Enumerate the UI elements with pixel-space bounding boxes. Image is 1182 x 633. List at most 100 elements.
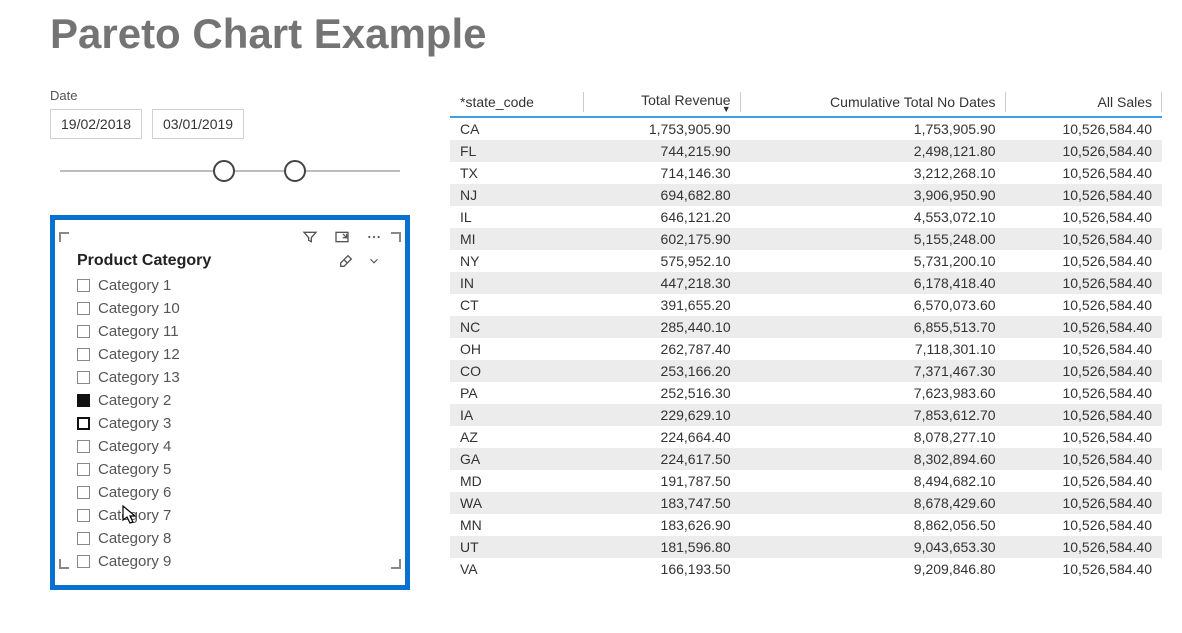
cell-cumulative: 7,623,983.60	[741, 382, 1006, 404]
cell-all: 10,526,584.40	[1006, 316, 1162, 338]
table-row[interactable]: IN447,218.306,178,418.4010,526,584.40	[450, 272, 1162, 294]
table-row[interactable]: IL646,121.204,553,072.1010,526,584.40	[450, 206, 1162, 228]
cell-cumulative: 3,906,950.90	[741, 184, 1006, 206]
col-revenue[interactable]: Total Revenue ▼	[584, 88, 740, 117]
checkbox[interactable]	[77, 486, 90, 499]
table-row[interactable]: CT391,655.206,570,073.6010,526,584.40	[450, 294, 1162, 316]
slider-handle-end[interactable]	[284, 160, 306, 182]
table-row[interactable]: CA1,753,905.901,753,905.9010,526,584.40	[450, 117, 1162, 140]
cell-revenue: 183,747.50	[584, 492, 740, 514]
cell-state: TX	[450, 162, 584, 184]
cell-revenue: 224,664.40	[584, 426, 740, 448]
cell-cumulative: 8,078,277.10	[741, 426, 1006, 448]
checkbox[interactable]	[77, 371, 90, 384]
cell-state: WA	[450, 492, 584, 514]
eraser-icon[interactable]	[337, 252, 355, 270]
revenue-table[interactable]: *state_code Total Revenue ▼ Cumulative T…	[450, 88, 1162, 580]
table-row[interactable]: TX714,146.303,212,268.1010,526,584.40	[450, 162, 1162, 184]
date-start-input[interactable]: 19/02/2018	[50, 109, 142, 139]
table-row[interactable]: CO253,166.207,371,467.3010,526,584.40	[450, 360, 1162, 382]
slicer-item-label: Category 5	[98, 460, 171, 480]
checkbox[interactable]	[77, 555, 90, 568]
slicer-item-label: Category 1	[98, 276, 171, 296]
col-all[interactable]: All Sales	[1006, 88, 1162, 117]
cell-revenue: 183,626.90	[584, 514, 740, 536]
checkbox[interactable]	[77, 302, 90, 315]
col-cumulative[interactable]: Cumulative Total No Dates	[741, 88, 1006, 117]
checkbox[interactable]	[77, 463, 90, 476]
checkbox[interactable]	[77, 279, 90, 292]
slicer-item[interactable]: Category 4	[77, 435, 387, 458]
slicer-item[interactable]: Category 13	[77, 366, 387, 389]
table-row[interactable]: OH262,787.407,118,301.1010,526,584.40	[450, 338, 1162, 360]
table-row[interactable]: PA252,516.307,623,983.6010,526,584.40	[450, 382, 1162, 404]
cell-revenue: 602,175.90	[584, 228, 740, 250]
cell-all: 10,526,584.40	[1006, 382, 1162, 404]
cell-state: MI	[450, 228, 584, 250]
slider-handle-start[interactable]	[213, 160, 235, 182]
cell-revenue: 1,753,905.90	[584, 117, 740, 140]
table-row[interactable]: VA166,193.509,209,846.8010,526,584.40	[450, 558, 1162, 580]
cell-revenue: 224,617.50	[584, 448, 740, 470]
table-row[interactable]: AZ224,664.408,078,277.1010,526,584.40	[450, 426, 1162, 448]
cell-revenue: 262,787.40	[584, 338, 740, 360]
table-row[interactable]: NC285,440.106,855,513.7010,526,584.40	[450, 316, 1162, 338]
cell-all: 10,526,584.40	[1006, 184, 1162, 206]
slicer-item[interactable]: Category 3	[77, 412, 387, 435]
cell-cumulative: 7,371,467.30	[741, 360, 1006, 382]
cell-revenue: 694,682.80	[584, 184, 740, 206]
table-row[interactable]: MI602,175.905,155,248.0010,526,584.40	[450, 228, 1162, 250]
cell-state: GA	[450, 448, 584, 470]
slicer-item[interactable]: Category 6	[77, 481, 387, 504]
cell-state: NJ	[450, 184, 584, 206]
checkbox[interactable]	[77, 325, 90, 338]
cell-state: MN	[450, 514, 584, 536]
table-row[interactable]: GA224,617.508,302,894.6010,526,584.40	[450, 448, 1162, 470]
cell-all: 10,526,584.40	[1006, 448, 1162, 470]
cell-cumulative: 4,553,072.10	[741, 206, 1006, 228]
table-row[interactable]: IA229,629.107,853,612.7010,526,584.40	[450, 404, 1162, 426]
chevron-down-icon[interactable]	[365, 252, 383, 270]
category-slicer[interactable]: Product Category Category 1Category 10Ca…	[50, 215, 410, 590]
checkbox[interactable]	[77, 509, 90, 522]
col-state[interactable]: *state_code	[450, 88, 584, 117]
cell-state: CO	[450, 360, 584, 382]
cell-state: VA	[450, 558, 584, 580]
checkbox[interactable]	[77, 440, 90, 453]
slicer-item[interactable]: Category 8	[77, 527, 387, 550]
table-row[interactable]: UT181,596.809,043,653.3010,526,584.40	[450, 536, 1162, 558]
cell-all: 10,526,584.40	[1006, 117, 1162, 140]
date-end-input[interactable]: 03/01/2019	[152, 109, 244, 139]
more-options-icon[interactable]	[365, 228, 383, 246]
slicer-item[interactable]: Category 12	[77, 343, 387, 366]
focus-corner	[387, 232, 401, 246]
slicer-item[interactable]: Category 2	[77, 389, 387, 412]
cell-cumulative: 9,043,653.30	[741, 536, 1006, 558]
slicer-item[interactable]: Category 7	[77, 504, 387, 527]
cell-state: PA	[450, 382, 584, 404]
col-revenue-label: Total Revenue	[641, 92, 731, 108]
cell-cumulative: 8,678,429.60	[741, 492, 1006, 514]
table-row[interactable]: NY575,952.105,731,200.1010,526,584.40	[450, 250, 1162, 272]
slicer-item[interactable]: Category 10	[77, 297, 387, 320]
filter-icon[interactable]	[301, 228, 319, 246]
cell-state: AZ	[450, 426, 584, 448]
checkbox[interactable]	[77, 394, 90, 407]
date-slider[interactable]	[60, 157, 400, 185]
checkbox[interactable]	[77, 348, 90, 361]
focus-mode-icon[interactable]	[333, 228, 351, 246]
table-row[interactable]: WA183,747.508,678,429.6010,526,584.40	[450, 492, 1162, 514]
slicer-item[interactable]: Category 11	[77, 320, 387, 343]
checkbox[interactable]	[77, 532, 90, 545]
slicer-item-label: Category 9	[98, 552, 171, 572]
table-row[interactable]: MN183,626.908,862,056.5010,526,584.40	[450, 514, 1162, 536]
table-row[interactable]: NJ694,682.803,906,950.9010,526,584.40	[450, 184, 1162, 206]
slicer-item[interactable]: Category 9	[77, 550, 387, 573]
cell-cumulative: 5,155,248.00	[741, 228, 1006, 250]
checkbox[interactable]	[77, 417, 90, 430]
cell-all: 10,526,584.40	[1006, 338, 1162, 360]
table-row[interactable]: MD191,787.508,494,682.1010,526,584.40	[450, 470, 1162, 492]
slicer-item[interactable]: Category 1	[77, 274, 387, 297]
table-row[interactable]: FL744,215.902,498,121.8010,526,584.40	[450, 140, 1162, 162]
slicer-item[interactable]: Category 5	[77, 458, 387, 481]
